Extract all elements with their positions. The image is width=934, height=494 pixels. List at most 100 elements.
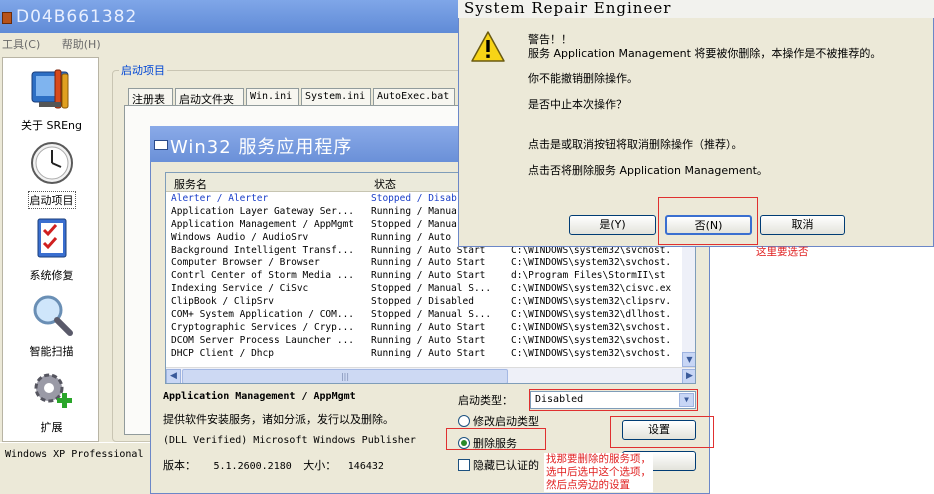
- service-status-cell: Stopped / Disabled: [371, 296, 474, 308]
- service-name-cell: Contrl Center of Storm Media ...: [171, 270, 355, 282]
- service-status-cell: Running / Auto Start: [371, 270, 486, 282]
- annotation-line-3: 然后点旁边的设置: [546, 479, 630, 491]
- menu-help[interactable]: 帮助(H): [62, 38, 101, 51]
- tools-icon: [31, 69, 68, 109]
- warning-no-hint: 点击否将删除服务 Application Management。: [528, 164, 768, 177]
- table-row[interactable]: DHCP Client / Dhcp Running / Auto Start C:…: [166, 348, 682, 361]
- sidebar-item-startup-label: 启动项目: [27, 191, 76, 209]
- sidebar-item-about[interactable]: 关于 SREng: [3, 66, 100, 133]
- startup-type-label: 启动类型：: [458, 394, 513, 407]
- version-label: 版本：: [163, 459, 196, 472]
- checkbox-icon[interactable]: [458, 459, 470, 471]
- scroll-right-icon[interactable]: ▶: [682, 369, 695, 383]
- sidebar-item-repair-label: 系统修复: [29, 269, 74, 282]
- tab-win-ini[interactable]: Win.ini: [246, 88, 299, 106]
- service-status-cell: Running / Auto Start: [371, 347, 486, 359]
- hide-verified-label: 隐藏已认证的: [473, 459, 539, 472]
- table-row[interactable]: Contrl Center of Storm Media ... Running …: [166, 270, 682, 283]
- radio-modify-label: 修改启动类型: [473, 415, 539, 428]
- horizontal-scroll-thumb[interactable]: |||: [182, 369, 508, 383]
- sidebar-item-repair[interactable]: 系统修复: [3, 216, 100, 283]
- tab-autoexec-bat[interactable]: AutoExec.bat: [373, 88, 455, 106]
- warning-undo-note: 你不能撤销删除操作。: [528, 72, 638, 85]
- table-row[interactable]: Cryptographic Services / Cryp... Running …: [166, 322, 682, 335]
- service-name-cell: DCOM Server Process Launcher ...: [171, 334, 355, 346]
- column-header-name[interactable]: 服务名: [174, 176, 207, 192]
- scroll-left-icon[interactable]: ◀: [166, 369, 181, 383]
- horizontal-scrollbar[interactable]: ◀ ||| ▶: [166, 367, 695, 383]
- table-row[interactable]: COM+ System Application / COM... Stopped …: [166, 309, 682, 322]
- cancel-button[interactable]: 取消: [760, 215, 845, 235]
- yes-button[interactable]: 是(Y): [569, 215, 656, 235]
- service-name-cell: Computer Browser / Browser: [171, 257, 320, 269]
- size-value: 146432: [347, 461, 384, 472]
- gear-plus-icon: [34, 373, 72, 408]
- sidebar-item-about-label: 关于 SREng: [20, 119, 83, 132]
- service-name-cell: Application Management / AppMgmt: [171, 218, 355, 230]
- menu-bar: 工具(C) 帮助(H): [0, 33, 470, 53]
- repair-dialog-title: System Repair Engineer: [464, 0, 672, 17]
- hide-verified-checkbox[interactable]: 隐藏已认证的: [458, 457, 539, 473]
- checklist-icon: [37, 218, 66, 258]
- service-name-cell: Alerter / Alerter: [171, 193, 269, 204]
- service-status-cell: Running / Auto Start: [371, 321, 486, 333]
- sidebar-item-startup[interactable]: 启动项目: [3, 140, 100, 209]
- service-status-cell: Stopped / Manual S...: [371, 283, 492, 295]
- table-row[interactable]: DCOM Server Process Launcher ... Running …: [166, 335, 682, 348]
- service-path-cell: C:\WINDOWS\system32\svchost.: [511, 347, 672, 359]
- table-row[interactable]: ClipBook / ClipSrv Stopped / Disabled C:\W…: [166, 296, 682, 309]
- size-label: 大小：: [303, 459, 337, 472]
- tab-registry[interactable]: 注册表: [128, 88, 173, 106]
- magnifier-icon: [33, 295, 73, 336]
- services-dialog-title: Win32 服务应用程序: [170, 137, 353, 158]
- selected-service-name: Application Management / AppMgmt: [163, 391, 356, 402]
- tab-startup-folder[interactable]: 启动文件夹: [175, 88, 244, 106]
- service-path-cell: C:\WINDOWS\system32\svchost.: [511, 334, 672, 346]
- version-row: 版本： 5.1.2600.2180 大小： 146432: [163, 457, 384, 473]
- status-text: Windows XP Professional: [5, 449, 144, 460]
- app-icon: [2, 12, 12, 24]
- repair-dialog-titlebar[interactable]: System Repair Engineer: [458, 0, 934, 18]
- warning-yes-hint: 点击是或取消按钮将取消删除操作（推荐）。: [528, 138, 743, 151]
- tab-system-ini[interactable]: System.ini: [301, 88, 371, 106]
- radio-modify-icon[interactable]: [458, 415, 470, 427]
- column-header-status[interactable]: 状态: [374, 176, 396, 192]
- warning-question: 是否中止本次操作？: [528, 98, 627, 111]
- annotation-box-no-button: [658, 197, 758, 245]
- service-name-cell: Windows Audio / AudioSrv: [171, 231, 309, 243]
- service-path-cell: C:\WINDOWS\system32\dllhost.: [511, 309, 672, 321]
- annotation-choose-no: 这里要选否: [756, 246, 809, 258]
- startup-group-label: 启动项目: [119, 62, 167, 78]
- service-publisher: (DLL Verified) Microsoft Windows Publish…: [163, 435, 416, 446]
- scroll-down-icon[interactable]: ▼: [682, 352, 695, 367]
- service-path-cell: C:\WINDOWS\system32\svchost.: [511, 321, 672, 333]
- service-status-cell: Stopped / Manual S...: [371, 309, 492, 321]
- window-icon: [154, 140, 168, 150]
- sidebar-item-scan-label: 智能扫描: [29, 345, 74, 358]
- service-name-cell: COM+ System Application / COM...: [171, 309, 355, 321]
- table-row[interactable]: Computer Browser / Browser Running / Auto…: [166, 257, 682, 270]
- service-description: 提供软件安装服务，诸如分派，发行以及删除。: [163, 413, 394, 426]
- main-window-titlebar[interactable]: D04B661382: [0, 0, 470, 34]
- sidebar-item-extend[interactable]: 扩展: [3, 368, 100, 435]
- service-status-cell: Running / Auto Start: [371, 334, 486, 346]
- warning-message: 服务 Application Management 将要被你删除，本操作是不被推…: [528, 47, 882, 60]
- sidebar-item-scan[interactable]: 智能扫描: [3, 292, 100, 359]
- service-path-cell: C:\WINDOWS\system32\svchost.: [511, 257, 672, 269]
- version-value: 5.1.2600.2180: [213, 461, 292, 472]
- service-name-cell: Cryptographic Services / Cryp...: [171, 321, 355, 333]
- service-name-cell: DHCP Client / Dhcp: [171, 347, 274, 359]
- service-status-cell: Running / Auto Start: [371, 257, 486, 269]
- menu-tools[interactable]: 工具(C): [2, 38, 40, 51]
- warning-icon: [471, 31, 505, 62]
- service-name-cell: Application Layer Gateway Ser...: [171, 205, 355, 217]
- radio-modify-startup[interactable]: 修改启动类型: [458, 413, 539, 429]
- status-bar: Windows XP Professional: [0, 442, 150, 466]
- service-path-cell: d:\Program Files\StormII\st: [511, 270, 666, 282]
- sidebar-item-extend-label: 扩展: [40, 421, 63, 434]
- main-window-title: D04B661382: [16, 7, 138, 27]
- service-name-cell: Indexing Service / CiSvc: [171, 283, 309, 295]
- table-row[interactable]: Indexing Service / CiSvc Stopped / Manual…: [166, 283, 682, 296]
- annotation-line-1: 找那要删除的服务项，: [546, 453, 651, 465]
- clock-icon: [30, 142, 73, 184]
